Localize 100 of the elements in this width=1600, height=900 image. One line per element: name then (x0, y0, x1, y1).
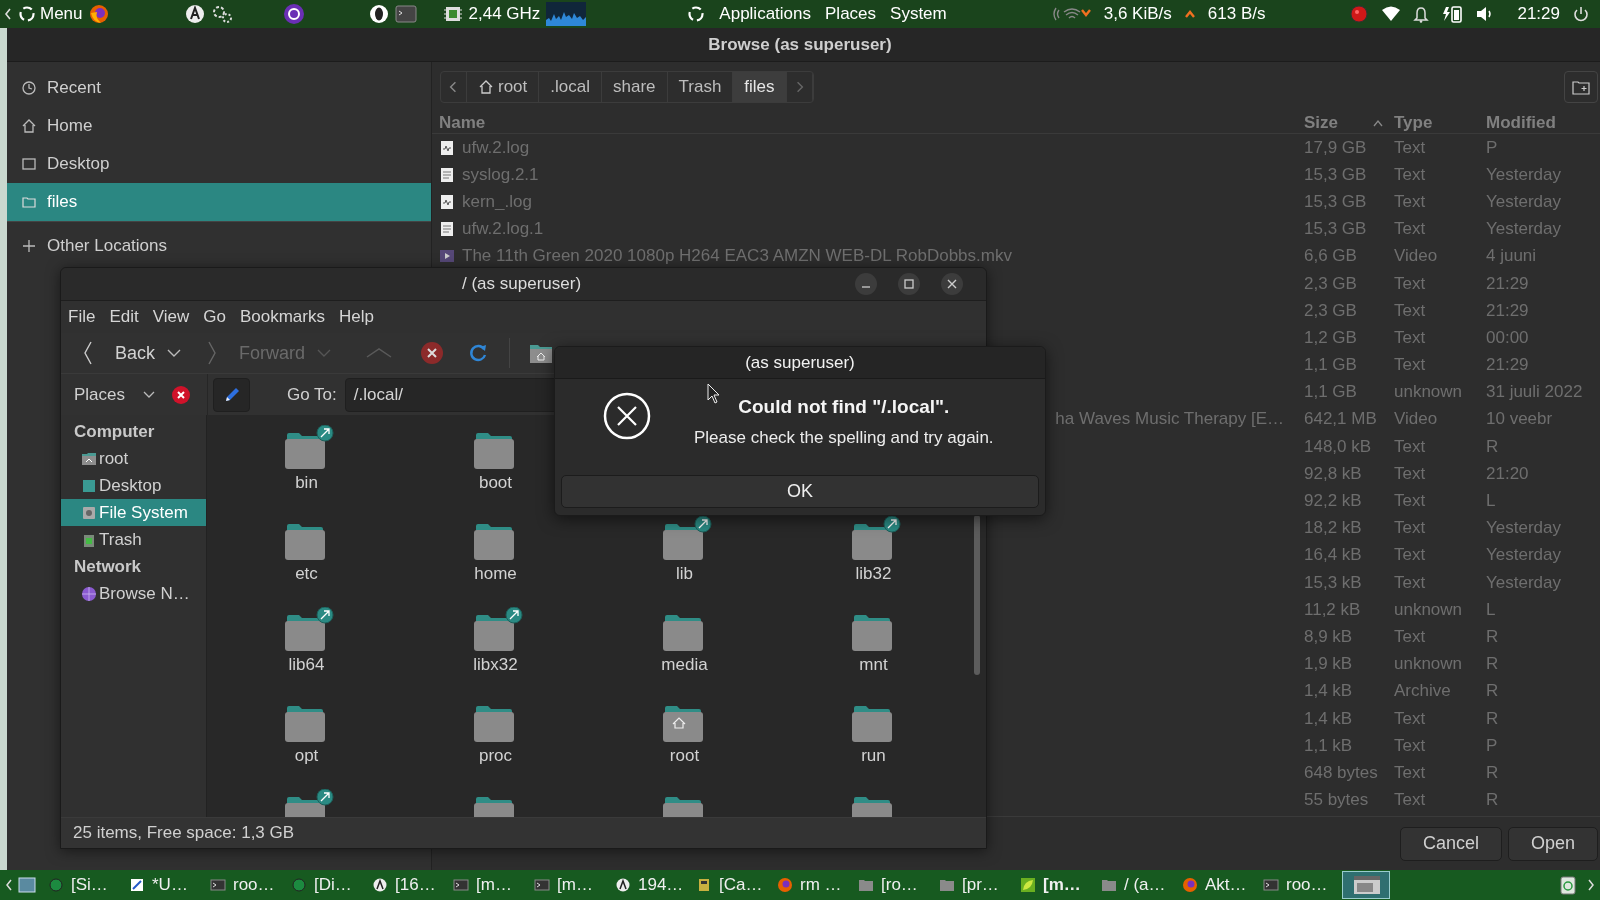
drive-icon (81, 504, 97, 521)
window-title: Browse (as superuser) (7, 28, 1600, 62)
taskbar-button[interactable]: roo… (204, 871, 285, 899)
folder-name[interactable]: lib (676, 564, 693, 584)
stop-icon[interactable] (419, 340, 446, 366)
taskbar-button[interactable]: [Di… (285, 871, 366, 899)
menu-item[interactable]: Go (203, 307, 226, 327)
ring-icon[interactable] (368, 4, 389, 24)
menu-item[interactable]: View (152, 307, 190, 327)
folder-name[interactable]: root (669, 746, 700, 766)
folder-name[interactable]: proc (478, 746, 513, 766)
folder-name[interactable]: home (474, 564, 517, 584)
edit-location-button[interactable] (213, 377, 250, 412)
file-size: 15,3 GB (1304, 191, 1367, 212)
sidebar-item[interactable]: files (7, 183, 431, 221)
maximize-icon[interactable] (897, 272, 921, 296)
globe-icon (81, 585, 97, 602)
minimize-icon[interactable] (854, 272, 878, 296)
file-type: Video (1394, 409, 1438, 429)
clock-icon (21, 80, 37, 96)
letter-a-icon[interactable] (184, 4, 205, 24)
taskbar-button[interactable]: [m… (1014, 871, 1095, 899)
scrollbar[interactable] (974, 515, 980, 675)
folder-name[interactable]: libx32 (473, 655, 518, 675)
ok-button[interactable]: OK (561, 475, 1039, 508)
panel-menu[interactable]: Applications (719, 4, 811, 24)
sidebar-item[interactable]: Desktop (7, 145, 431, 183)
folder-name[interactable]: bin (295, 473, 318, 493)
terminal-icon (1263, 877, 1279, 893)
path-button[interactable]: files (733, 72, 787, 102)
panel-menu[interactable]: System (890, 4, 947, 24)
status-bar: 25 items, Free space: 1,3 GB (61, 817, 986, 848)
taskbar-button[interactable]: [16… (366, 871, 447, 899)
menu-button[interactable]: Menu (18, 4, 83, 24)
panel-menu[interactable]: Places (825, 4, 877, 24)
window-icon (1353, 874, 1381, 896)
window-title: / (as superuser) (462, 274, 582, 294)
trash-icon[interactable] (1558, 875, 1578, 895)
folder-name[interactable]: lib64 (288, 655, 325, 675)
file-size: 1,1 GB (1304, 382, 1357, 403)
menu-item[interactable]: Help (338, 307, 374, 327)
sidebar-item[interactable]: Recent (7, 69, 431, 107)
home-folder-icon (81, 450, 97, 467)
logo-icon (687, 5, 706, 23)
dialog-button[interactable]: Open (1507, 826, 1598, 861)
file-type: Text (1394, 735, 1426, 755)
leaf-icon (1020, 877, 1036, 893)
taskbar-button[interactable] (1342, 871, 1390, 899)
file-type: Text (1394, 164, 1426, 184)
places-dropdown[interactable]: Places (74, 384, 126, 405)
taskbar-button[interactable]: [m… (528, 871, 609, 899)
menu-item[interactable]: Bookmarks (239, 307, 325, 327)
text-file-icon (439, 221, 455, 238)
close-icon[interactable] (171, 384, 192, 405)
taskbar-button[interactable]: [Ca… (690, 871, 771, 899)
battery-icon[interactable] (1441, 4, 1464, 24)
taskbar-button[interactable]: [pr… (933, 871, 1014, 899)
browser-icon[interactable] (88, 4, 109, 24)
folder-name[interactable]: etc (295, 564, 318, 584)
bell-icon[interactable] (1413, 5, 1430, 23)
taskbar-button[interactable]: [m… (447, 871, 528, 899)
mouse-pointer-icon (707, 383, 721, 405)
file-type: Text (1394, 491, 1426, 511)
folder-name[interactable]: media (661, 655, 708, 675)
sidebar-item[interactable]: Other Locations (7, 231, 431, 261)
sidebar-item[interactable]: root (61, 445, 206, 472)
folder-name[interactable]: lib32 (855, 564, 892, 584)
sidebar-item[interactable]: Browse N… (61, 580, 206, 607)
sidebar-item[interactable]: Desktop (61, 472, 206, 499)
wifi-icon[interactable] (1381, 5, 1402, 23)
record-icon[interactable] (1349, 4, 1370, 24)
taskbar-button[interactable]: [Si… (42, 871, 123, 899)
folder-name[interactable]: opt (294, 746, 319, 766)
show-desktop-icon[interactable] (18, 876, 36, 894)
taskbar-button[interactable]: 194… (609, 871, 690, 899)
taskbar-button[interactable]: / (a… (1095, 871, 1176, 899)
clock[interactable]: 21:29 (1517, 4, 1560, 24)
taskbar-button[interactable]: Akt… (1176, 871, 1257, 899)
folder-name[interactable]: boot (478, 473, 513, 493)
sidebar-item[interactable]: Home (7, 107, 431, 145)
taskbar-button[interactable]: [ro… (852, 871, 933, 899)
new-folder-button[interactable] (1564, 71, 1598, 103)
text-file-icon (439, 166, 455, 183)
sidebar-item[interactable]: File System (61, 499, 206, 526)
file-modified: 00:00 (1486, 327, 1529, 347)
folder-name[interactable]: run (861, 746, 886, 766)
close-icon[interactable] (940, 272, 964, 296)
home-icon (478, 79, 494, 95)
back-button[interactable]: Back (77, 340, 160, 366)
taskbar-button[interactable]: roo… (1257, 871, 1338, 899)
menu-item[interactable]: File (68, 307, 96, 327)
sidebar-item[interactable]: Trash (61, 526, 206, 553)
dialog-button[interactable]: Cancel (1399, 826, 1502, 861)
disc-icon[interactable] (282, 3, 305, 25)
menu-item[interactable]: Edit (109, 307, 139, 327)
gears-icon[interactable] (210, 4, 233, 24)
folder-name[interactable]: mnt (859, 655, 888, 675)
power-icon[interactable] (1572, 5, 1590, 23)
taskbar-button[interactable]: rm … (771, 871, 852, 899)
taskbar-button[interactable]: *U… (123, 871, 204, 899)
